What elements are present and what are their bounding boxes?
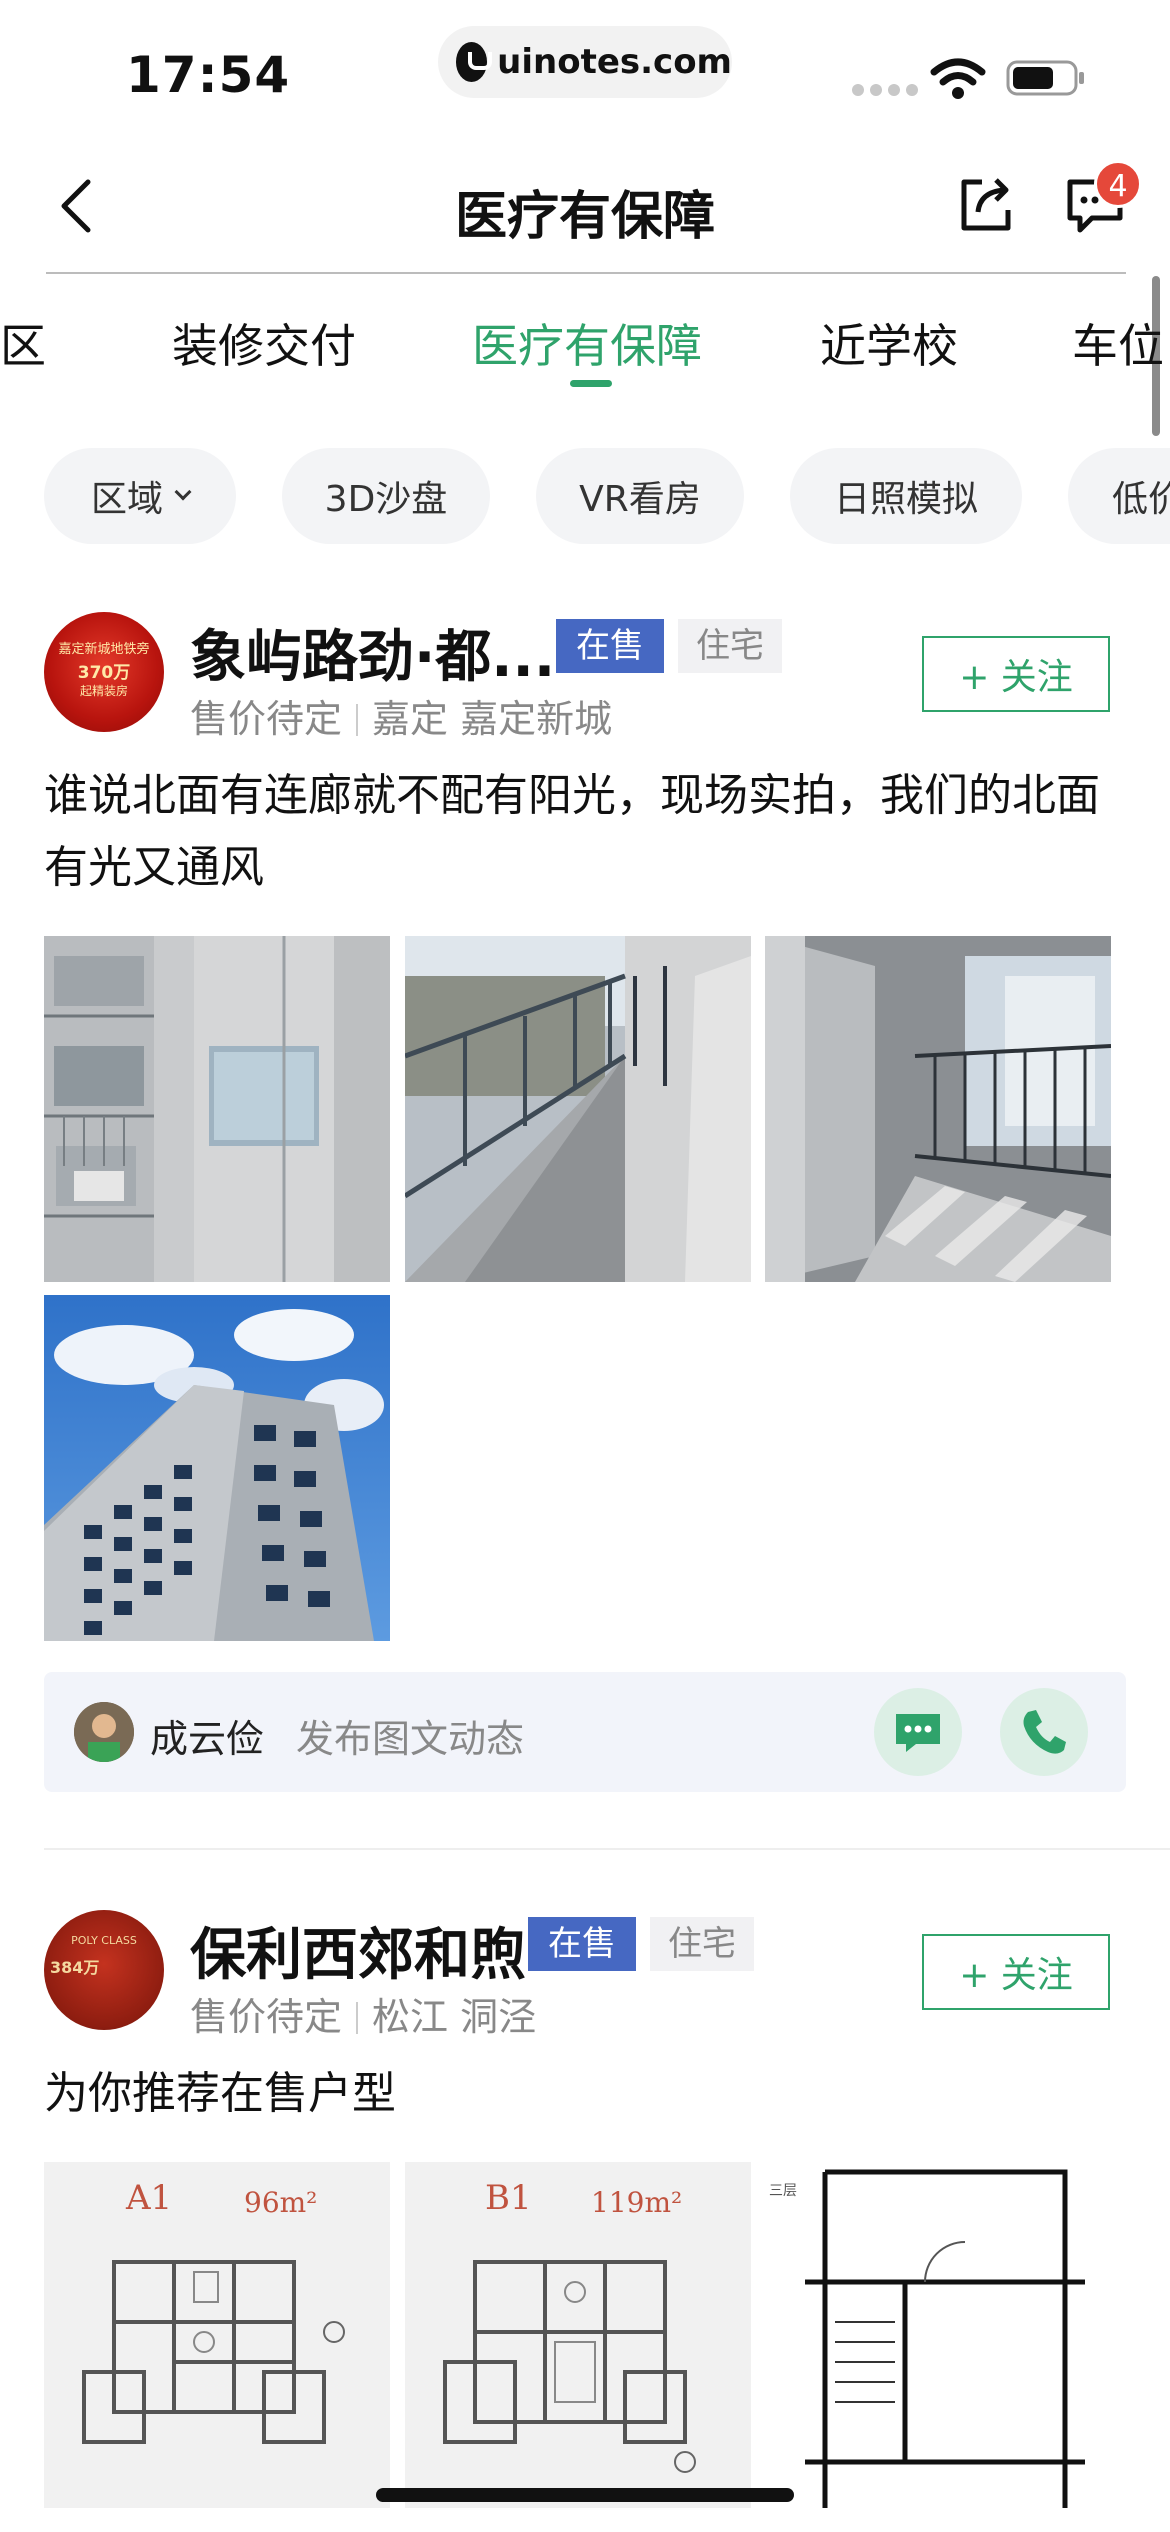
- chat-icon: [896, 1714, 940, 1752]
- tab-decoration[interactable]: 装修交付: [172, 310, 356, 376]
- home-indicator[interactable]: [376, 2488, 794, 2502]
- project-title[interactable]: 象屿路劲·都...: [190, 612, 555, 693]
- building-facade-photo: [44, 936, 390, 1282]
- avatar-text: POLY CLASS: [71, 1934, 137, 1947]
- chip-label: 区域: [90, 479, 163, 520]
- tab-parking[interactable]: 车位: [1072, 310, 1164, 376]
- phone-icon: [1023, 1710, 1066, 1754]
- status-time: 17:54: [126, 46, 291, 104]
- status-bar: 17:54 uinotes.com: [0, 0, 1170, 130]
- post-photo[interactable]: [44, 1295, 390, 1641]
- chip-3d-sandbox[interactable]: 3D沙盘: [282, 448, 490, 544]
- follow-button[interactable]: + 关注: [922, 1934, 1110, 2010]
- tab-near-school[interactable]: 近学校: [820, 310, 958, 376]
- avatar-text: 370万: [77, 663, 131, 683]
- follow-button[interactable]: + 关注: [922, 636, 1110, 712]
- project-avatar: 嘉定新城地铁旁 370万 起精装房: [44, 612, 164, 732]
- status-badge: 在售: [528, 1917, 636, 1971]
- chip-label: VR看房: [579, 479, 701, 520]
- type-badge: 住宅: [678, 619, 782, 673]
- post-description[interactable]: 为你推荐在售户型: [44, 2058, 1124, 2130]
- corridor-photo: [405, 936, 751, 1282]
- agent-action: 发布图文动态: [296, 1717, 525, 1761]
- post-photo[interactable]: [405, 936, 751, 1282]
- post-photo[interactable]: [44, 936, 390, 1282]
- share-icon[interactable]: [956, 174, 1016, 234]
- filter-chips: 区域 3D沙盘 VR看房 日照模拟 低价: [0, 448, 1170, 544]
- chip-label: 日照模拟: [833, 479, 978, 520]
- chat-button[interactable]: [874, 1688, 962, 1776]
- project-title[interactable]: 保利西郊和煦: [190, 1910, 526, 1991]
- url-pill[interactable]: uinotes.com: [438, 26, 732, 98]
- tab-medical[interactable]: 医疗有保障: [472, 310, 702, 376]
- chip-label: 3D沙盘: [324, 479, 448, 520]
- location-text: 松江 洞泾: [372, 1995, 537, 2039]
- agent-name: 成云俭: [150, 1717, 265, 1761]
- avatar-text: 384万: [50, 1958, 100, 1977]
- category-tabs: 社区 装修交付 医疗有保障 近学校 车位: [0, 310, 1170, 400]
- call-button[interactable]: [1000, 1688, 1088, 1776]
- avatar-text: 起精装房: [79, 684, 128, 698]
- floorplan-drawing: [805, 2169, 1085, 2508]
- project-subtitle: 售价待定 松江 洞泾: [190, 1986, 536, 2041]
- avatar-text: 嘉定新城地铁旁: [58, 642, 150, 657]
- project-avatar: POLY CLASS 384万: [44, 1910, 164, 2030]
- avatar: [74, 1702, 134, 1762]
- chip-vr-tour[interactable]: VR看房: [536, 448, 744, 544]
- floorplan-card[interactable]: B1 119m²: [405, 2162, 751, 2508]
- active-tab-indicator: [570, 380, 612, 387]
- agent-bar[interactable]: 成云俭 发布图文动态: [44, 1672, 1126, 1792]
- site-logo-icon: [456, 42, 493, 82]
- post-description[interactable]: 谁说北面有连廊就不配有阳光，现场实拍，我们的北面有光又通风: [44, 760, 1124, 904]
- chevron-down-icon: [174, 483, 192, 501]
- card-divider: [44, 1848, 1170, 1850]
- floorplan-card[interactable]: A1 96m²: [44, 2162, 390, 2508]
- location-text: 嘉定 嘉定新城: [372, 697, 613, 741]
- cellular-signal-icon: [852, 84, 918, 96]
- nav-divider: [46, 272, 1126, 274]
- floorplan-drawing: [443, 2260, 696, 2473]
- type-badge: 住宅: [650, 1917, 754, 1971]
- post-photo[interactable]: [765, 936, 1111, 1282]
- chip-low-price[interactable]: 低价: [1068, 448, 1170, 544]
- url-text: uinotes.com: [497, 42, 732, 82]
- floorplan-card[interactable]: 三层: [765, 2162, 1111, 2508]
- tower-sky-photo: [44, 1295, 390, 1641]
- sunlit-corridor-photo: [765, 936, 1111, 1282]
- status-badge: 在售: [556, 619, 664, 673]
- tab-community[interactable]: 社区: [0, 310, 46, 376]
- battery-icon: [1006, 60, 1084, 96]
- message-badge: 4: [1094, 160, 1142, 208]
- chip-label: 低价: [1112, 479, 1170, 520]
- price-text: 售价待定: [190, 697, 343, 741]
- floorplan-drawing: [82, 2260, 345, 2444]
- project-subtitle: 售价待定 嘉定 嘉定新城: [190, 688, 612, 743]
- price-text: 售价待定: [190, 1995, 343, 2039]
- chip-sunlight-sim[interactable]: 日照模拟: [790, 448, 1022, 544]
- wifi-icon: [930, 58, 986, 99]
- nav-bar: 医疗有保障 4: [0, 150, 1170, 270]
- chip-region[interactable]: 区域: [44, 448, 236, 544]
